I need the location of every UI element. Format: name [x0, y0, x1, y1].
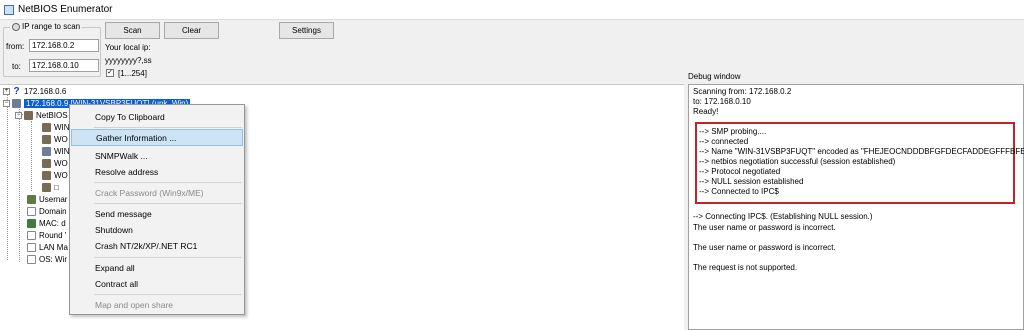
menu-item-snmpwalk[interactable]: SNMPWalk ...: [71, 147, 243, 164]
debug-line: --> Connected to IPC$: [699, 187, 779, 196]
debug-line: --> connected: [699, 137, 749, 146]
name-icon: [42, 135, 51, 144]
tree-name-entry[interactable]: WO: [42, 170, 68, 181]
name-icon: [42, 183, 51, 192]
title-bar: NetBIOS Enumerator: [0, 0, 1024, 20]
to-label: to:: [12, 62, 21, 71]
from-label: from:: [6, 42, 25, 51]
tree-mac-node[interactable]: MAC: d: [27, 218, 66, 229]
menu-item-contract-all[interactable]: Contract all: [71, 275, 243, 292]
netbios-icon: [24, 111, 33, 120]
debug-line: --> netbios negotiation successful (sess…: [699, 157, 896, 166]
scan-button[interactable]: Scan: [105, 22, 160, 39]
name-icon: [42, 171, 51, 180]
menu-item-crash[interactable]: Crash NT/2k/XP/.NET RC1: [71, 237, 243, 254]
name-icon: [42, 159, 51, 168]
tree-name-entry[interactable]: □: [42, 182, 59, 193]
to-ip-input[interactable]: 172.168.0.10: [29, 59, 99, 72]
tree-username-node[interactable]: Usernar: [27, 194, 67, 205]
expand-icon[interactable]: +: [3, 88, 10, 95]
debug-line: The user name or password is incorrect.: [693, 223, 836, 232]
app-icon: [4, 4, 14, 15]
debug-line: --> Name "WIN-31VSBP3FUQT" encoded as "F…: [699, 147, 1024, 156]
main-window: NetBIOS Enumerator IP range to scan from…: [0, 0, 1024, 330]
tree-host-1[interactable]: + ? 172.168.0.6: [3, 86, 66, 97]
unknown-host-icon: ?: [13, 86, 20, 97]
name-icon: [42, 147, 51, 156]
tree-domain-node[interactable]: Domain: [27, 206, 67, 217]
network-icon: [12, 22, 20, 31]
tree-name-entry[interactable]: WIN: [42, 146, 70, 157]
network-card-icon: [27, 219, 36, 228]
tree-netbios-node[interactable]: − NetBIOS: [15, 110, 68, 121]
menu-item-copy-to-clipboard[interactable]: Copy To Clipboard: [71, 108, 243, 125]
clear-button[interactable]: Clear: [164, 22, 219, 39]
menu-item-crack-password: Crack Password (Win9x/ME): [95, 187, 204, 198]
menu-item-shutdown[interactable]: Shutdown: [71, 221, 243, 238]
menu-item-gather-information[interactable]: Gather Information ...: [71, 129, 243, 146]
debug-line: to: 172.168.0.10: [693, 97, 751, 106]
debug-line: The request is not supported.: [693, 263, 798, 272]
computer-icon: [12, 99, 21, 108]
debug-line: --> Connecting IPC$. (Establishing NULL …: [693, 212, 873, 221]
window-title: NetBIOS Enumerator: [18, 4, 113, 15]
collapse-icon[interactable]: −: [3, 100, 10, 107]
menu-item-map-and-open-share: Map and open share: [95, 299, 173, 310]
debug-window-label: Debug window: [688, 72, 741, 81]
range-checkbox-label: [1...254]: [118, 69, 147, 78]
document-icon: [27, 255, 36, 264]
tree-name-entry[interactable]: WO: [42, 134, 68, 145]
debug-line: The user name or password is incorrect.: [693, 243, 836, 252]
collapse-icon[interactable]: −: [15, 112, 22, 119]
ip-range-legend: IP range to scan: [10, 22, 83, 31]
debug-line: Ready!: [693, 107, 719, 116]
debug-line: --> NULL session established: [699, 177, 804, 186]
document-icon: [27, 231, 36, 240]
debug-line: Scanning from: 172.168.0.2: [693, 87, 792, 96]
from-ip-input[interactable]: 172.168.0.2: [29, 39, 99, 52]
ip-range-title: IP range to scan: [22, 22, 81, 31]
debug-line: --> Protocol negotiated: [699, 167, 781, 176]
tree-lan-node[interactable]: LAN Ma: [27, 242, 68, 253]
document-icon: [27, 243, 36, 252]
local-ip-label: Your local ip:: [105, 43, 151, 52]
debug-window[interactable]: Scanning from: 172.168.0.2 to: 172.168.0…: [688, 84, 1024, 330]
ip-range-group: IP range to scan from: 172.168.0.2 to: 1…: [3, 22, 101, 77]
tree-round-node[interactable]: Round ': [27, 230, 66, 241]
context-menu: Copy To Clipboard Gather Information ...…: [69, 104, 245, 315]
tree-name-entry[interactable]: WO: [42, 158, 68, 169]
menu-item-expand-all[interactable]: Expand all: [71, 259, 243, 276]
name-icon: [42, 123, 51, 132]
tree-os-node[interactable]: OS: Wir: [27, 254, 67, 265]
local-ip-value: yyyyyyyy?,ss: [105, 56, 152, 65]
tree-name-entry[interactable]: WIN: [42, 122, 70, 133]
settings-button[interactable]: Settings: [279, 22, 334, 39]
user-icon: [27, 195, 36, 204]
debug-line: --> SMP probing....: [699, 127, 767, 136]
range-checkbox[interactable]: ✓: [106, 69, 114, 77]
menu-item-send-message[interactable]: Send message: [71, 205, 243, 222]
menu-item-resolve-address[interactable]: Resolve address: [71, 163, 243, 180]
document-icon: [27, 207, 36, 216]
